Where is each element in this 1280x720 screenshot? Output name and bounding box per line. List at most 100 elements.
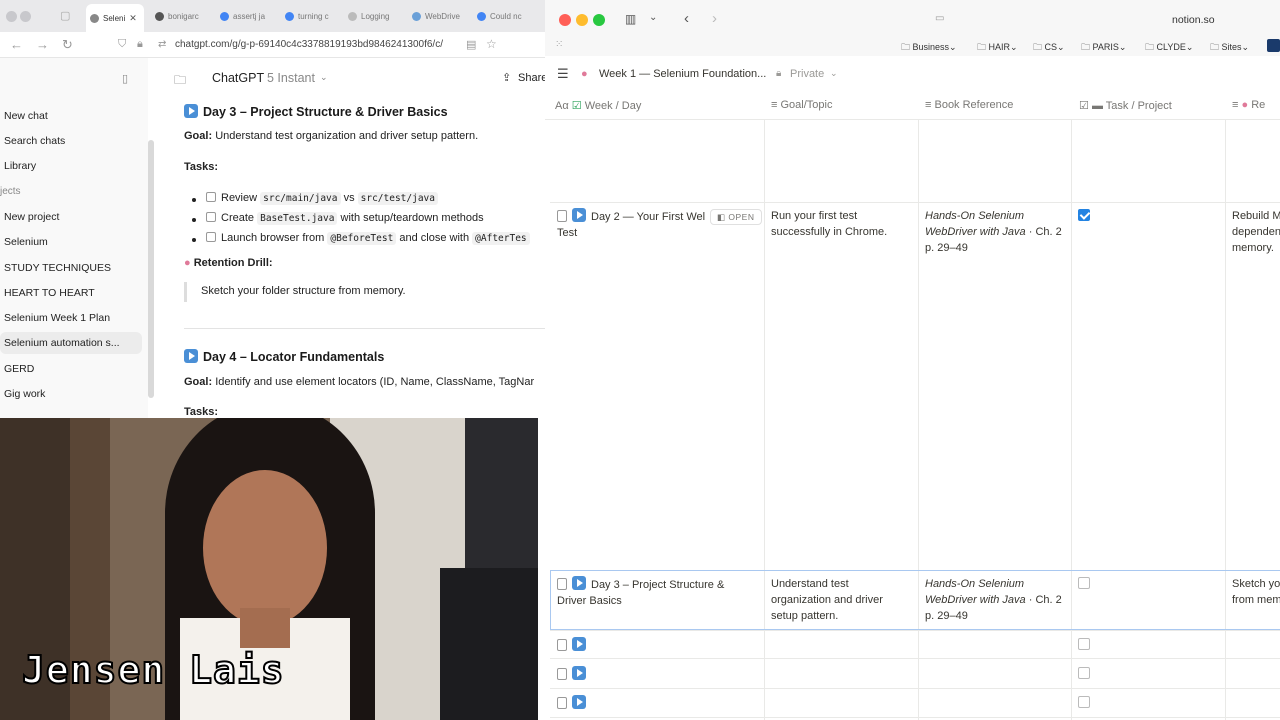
tab-overview-icon[interactable]: ▢ [60, 9, 70, 22]
browser-tab[interactable]: Logging [348, 6, 396, 26]
row-extra-day2[interactable]: Rebuild M dependen memory. [1232, 208, 1280, 256]
sidebar-item-new-project[interactable]: New project [4, 211, 59, 223]
chevron-down-icon[interactable]: ⌄ [649, 12, 657, 23]
sidebar-item-selenium[interactable]: Selenium [4, 236, 48, 248]
play-icon [572, 208, 586, 222]
screen-share-icon[interactable]: ▭ [935, 13, 944, 24]
bookmark-folder[interactable]: 🗀︎ HAIR⌄ [977, 40, 1018, 56]
page-icon [348, 11, 357, 21]
window-zoom-button[interactable] [593, 14, 605, 26]
bookmark-folder[interactable]: 🗀︎ CLYDE⌄ [1145, 40, 1193, 56]
reload-icon[interactable]: ↻ [62, 37, 73, 53]
row-title-day2[interactable]: Day 2 — Your First Wel Test [557, 208, 707, 241]
model-name[interactable]: ChatGPT [212, 71, 264, 85]
task-checkbox[interactable] [1078, 696, 1090, 708]
shield-icon[interactable]: ⛉ [118, 38, 126, 51]
tab-label: Logging [361, 11, 390, 21]
address-bar: ← → ↻ ⛉ 🔒︎ ⇄ chatgpt.com/g/g-p-69140c4c3… [0, 32, 545, 58]
retention-drill-heading: ● Retention Drill: [184, 257, 273, 269]
empty-row-title[interactable] [557, 695, 591, 712]
browser-tab[interactable]: WebDrive [412, 6, 462, 26]
code-snippet: src/test/java [357, 192, 438, 205]
row-book-day2[interactable]: Hands-On Selenium WebDriver with Java · C… [925, 208, 1070, 256]
browser-tab[interactable]: turning c [285, 6, 333, 26]
column-re[interactable]: ≡ ● Re [1232, 99, 1265, 111]
empty-row-title[interactable] [557, 637, 591, 654]
sidebar-item-search-chats[interactable]: Search chats [4, 135, 65, 147]
column-goal-topic[interactable]: ≡ Goal/Topic [771, 99, 832, 111]
page-title[interactable]: Week 1 — Selenium Foundation... [599, 68, 766, 80]
window-control-minimize[interactable] [20, 11, 31, 22]
column-task-project[interactable]: ☑ ▬ Task / Project [1079, 99, 1172, 112]
task-checkbox[interactable] [1078, 638, 1090, 650]
back-chevron-icon[interactable]: ‹ [684, 10, 689, 27]
task-checkbox[interactable] [206, 192, 216, 202]
sidebar-item-new-chat[interactable]: New chat [4, 110, 48, 122]
sidebar-toggle-icon[interactable]: ▥ [625, 12, 636, 26]
cell-line: organization and driver [771, 594, 883, 606]
window-close-button[interactable] [559, 14, 571, 26]
column-book-reference[interactable]: ≡ Book Reference [925, 99, 1013, 111]
url-field[interactable]: chatgpt.com/g/g-p-69140c4c3378819193bd98… [175, 39, 443, 50]
cell-line: Run your first test [771, 210, 858, 222]
window-control-close[interactable] [6, 11, 17, 22]
row-book-day3[interactable]: Hands-On Selenium WebDriver with Java · C… [925, 576, 1070, 624]
tasks-label: Tasks: [184, 161, 219, 173]
task-checkbox-checked[interactable] [1078, 209, 1090, 221]
sidebar-toggle-icon[interactable]: ▯ [122, 72, 128, 85]
column-week-day[interactable]: Aα ☑ Week / Day [555, 99, 641, 112]
code-snippet: src/main/java [260, 192, 341, 205]
bookmark-folder[interactable]: 🗀︎ Sites⌄ [1210, 40, 1249, 56]
open-row-button[interactable]: ◧ OPEN [710, 209, 762, 225]
row-goal-day2[interactable]: Run your first test successfully in Chrom… [771, 208, 916, 240]
task-checkbox[interactable] [1078, 577, 1090, 589]
row-title-day3[interactable]: Day 3 – Project Structure & Driver Basics [557, 576, 762, 609]
sidebar-item-gerd[interactable]: GERD [4, 363, 34, 375]
site-domain[interactable]: notion.so [1172, 14, 1215, 26]
row-title-line: Test [557, 227, 578, 239]
empty-row-title[interactable] [557, 666, 591, 683]
sidebar-item-selenium-week-1[interactable]: Selenium Week 1 Plan [4, 312, 110, 324]
tab-close-icon[interactable]: ✕ [129, 13, 137, 24]
forward-arrow-icon[interactable]: → [36, 37, 49, 52]
browser-tab-active[interactable]: Seleni ✕ [86, 4, 144, 32]
browser-tab[interactable]: assertj ja [220, 6, 270, 26]
extension-icon[interactable] [1267, 39, 1280, 52]
page-icon [557, 639, 567, 651]
browser-tab[interactable]: Could nc [477, 6, 527, 26]
bookmark-star-icon[interactable]: ☆ [486, 37, 497, 51]
sidebar-item-gig-work[interactable]: Gig work [4, 388, 45, 400]
share-icon[interactable]: ⇪ [502, 71, 511, 84]
grid-icon[interactable]: ⁙ [555, 39, 563, 50]
sidebar-item-library[interactable]: Library [4, 160, 36, 172]
bookmark-folder[interactable]: 🗀︎ Business⌄ [901, 40, 957, 56]
chevron-down-icon[interactable]: ⌄ [320, 72, 328, 83]
back-arrow-icon[interactable]: ← [10, 37, 23, 52]
privacy-label[interactable]: Private [790, 68, 824, 80]
share-button[interactable]: Share [518, 72, 545, 84]
sidebar-item-selenium-automation[interactable]: Selenium automation s... [0, 332, 142, 354]
sidebar-item-heart-to-heart[interactable]: HEART TO HEART [4, 287, 95, 299]
reader-icon[interactable]: ▤ [466, 38, 476, 51]
menu-icon[interactable]: ☰ [557, 66, 569, 82]
row-extra-day3[interactable]: Sketch yo from mem [1232, 576, 1280, 608]
task-checkbox[interactable] [1078, 667, 1090, 679]
bookmark-folder[interactable]: 🗀︎ PARIS⌄ [1081, 40, 1126, 56]
model-variant[interactable]: 5 Instant [267, 71, 315, 85]
row-goal-day3[interactable]: Understand test organization and driver se… [771, 576, 916, 624]
chevron-down-icon[interactable]: ⌄ [830, 68, 838, 79]
sidebar-item-study-techniques[interactable]: STUDY TECHNIQUES [4, 262, 111, 274]
site-settings-icon[interactable]: ⇄ [158, 39, 166, 50]
bookmark-folder[interactable]: 🗀︎ CS⌄ [1033, 40, 1065, 56]
task-checkbox[interactable] [206, 212, 216, 222]
task-item: Create BaseTest.java with setup/teardown… [206, 212, 484, 225]
sidebar-scrollbar[interactable] [148, 140, 154, 398]
lock-icon[interactable]: 🔒︎ [137, 38, 143, 51]
forward-chevron-icon[interactable]: › [712, 10, 717, 27]
folder-icon[interactable]: 🗀︎ [174, 71, 186, 92]
task-checkbox[interactable] [206, 232, 216, 242]
browser-tab[interactable]: bonigarc [155, 6, 207, 26]
checkbox-prop-icon: ☑ [1079, 100, 1089, 112]
code-snippet: @AfterTes [472, 232, 530, 245]
window-minimize-button[interactable] [576, 14, 588, 26]
